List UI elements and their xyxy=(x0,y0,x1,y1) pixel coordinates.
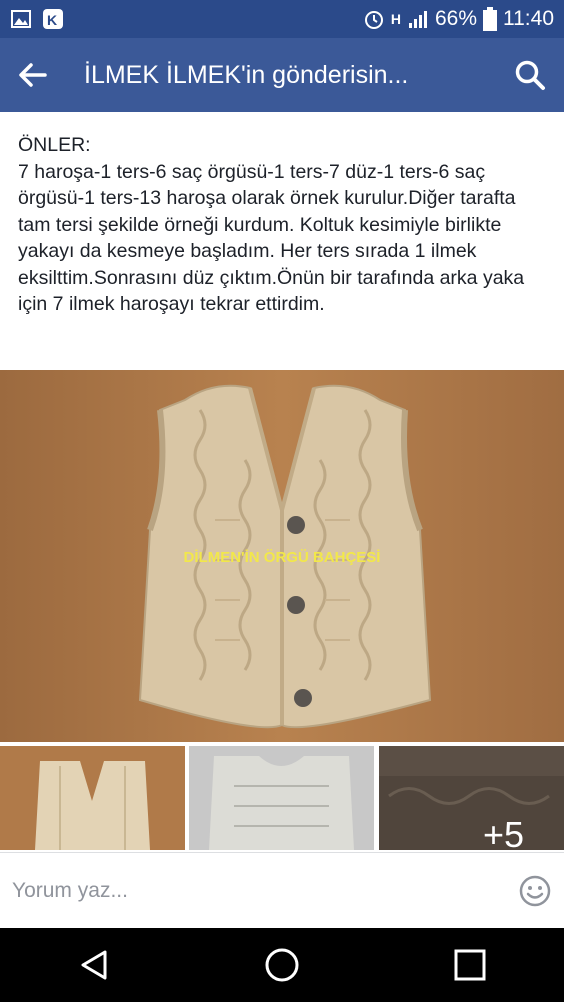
thumbnail-3[interactable]: +5 xyxy=(378,746,564,850)
network-type: H xyxy=(390,11,401,27)
post-text: ÖNLER: 7 haroşa-1 ters-6 saç örgüsü-1 te… xyxy=(18,134,525,315)
thumbnail-1[interactable] xyxy=(0,746,185,850)
search-button[interactable] xyxy=(510,55,550,95)
vest-button xyxy=(294,689,312,707)
back-button[interactable] xyxy=(14,57,50,93)
svg-text:K: K xyxy=(47,12,57,28)
watermark-text: DİLMEN'İN ÖRGÜ BAHÇESİ xyxy=(184,549,381,566)
app-bar: İLMEK İLMEK'in gönderisin... xyxy=(0,38,564,112)
triangle-back-icon xyxy=(81,950,107,980)
navigation-bar xyxy=(0,928,564,1002)
battery-icon xyxy=(483,7,497,31)
status-bar: K H 66% 11:40 xyxy=(0,0,564,38)
emoji-icon[interactable] xyxy=(518,874,552,908)
nav-recents-button[interactable] xyxy=(440,935,500,995)
comment-input[interactable] xyxy=(12,878,518,903)
main-photo[interactable]: DİLMEN'İN ÖRGÜ BAHÇESİ xyxy=(0,370,564,742)
nav-home-button[interactable] xyxy=(252,935,312,995)
thumbnail-2[interactable] xyxy=(189,746,375,850)
comment-bar xyxy=(0,852,564,928)
gallery-icon xyxy=(11,10,31,28)
vest-button xyxy=(287,596,305,614)
alarm-icon xyxy=(364,11,383,29)
page-title: İLMEK İLMEK'in gönderisin... xyxy=(84,60,409,89)
knitted-vest-image: DİLMEN'İN ÖRGÜ BAHÇESİ xyxy=(0,370,564,742)
app-notification-icon: K xyxy=(43,9,63,29)
nav-back-button[interactable] xyxy=(64,935,124,995)
clock: 11:40 xyxy=(503,7,554,30)
square-recents-icon xyxy=(454,949,486,981)
search-icon xyxy=(515,60,545,90)
more-photos-count: +5 xyxy=(482,814,524,850)
notification-icons: K xyxy=(10,8,64,30)
back-arrow-icon xyxy=(19,63,47,87)
system-status: H 66% 11:40 xyxy=(363,7,554,31)
circle-home-icon xyxy=(265,948,299,982)
battery-percent: 66% xyxy=(434,7,477,30)
photo-thumbnails: +5 xyxy=(0,746,564,850)
signal-icon xyxy=(408,11,427,28)
vest-button xyxy=(287,516,305,534)
